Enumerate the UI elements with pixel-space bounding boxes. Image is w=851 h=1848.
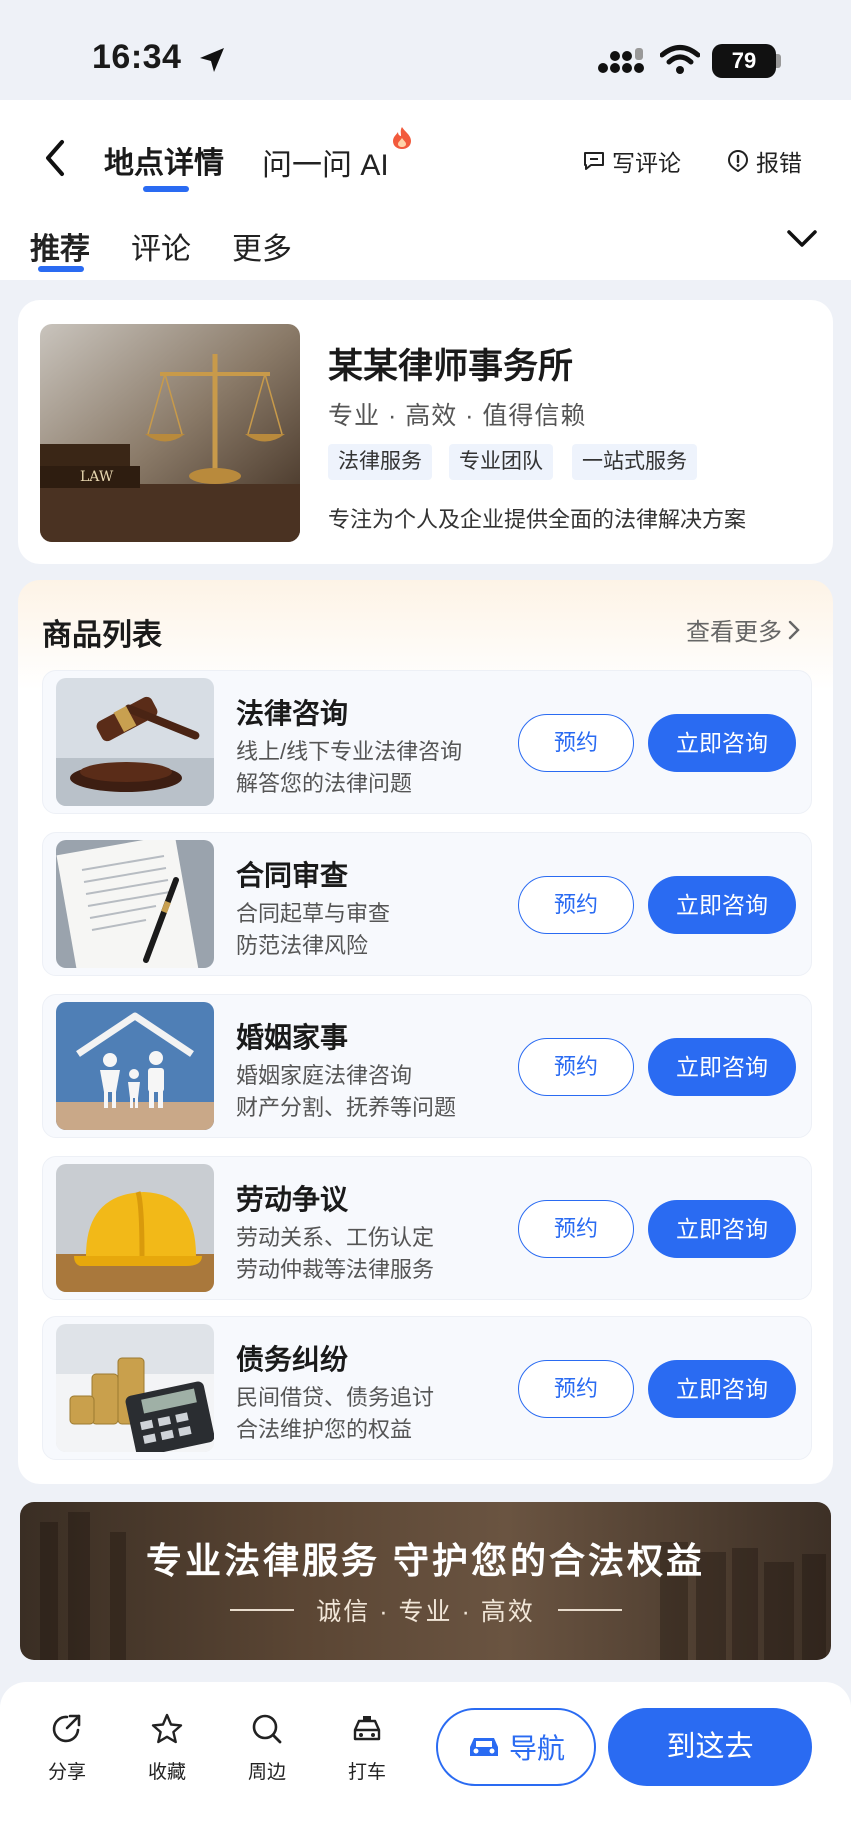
product-desc: 劳动关系、工伤认定: [236, 1225, 435, 1250]
product-image-gavel: [56, 678, 214, 806]
product-image-coins: [56, 1324, 214, 1452]
banner-subline: 诚信 · 专业 · 高效: [316, 1598, 535, 1626]
product-desc: 劳动仲裁等法律服务: [236, 1257, 435, 1282]
favorite-button[interactable]: 收藏: [132, 1712, 202, 1784]
product-desc: 合同起草与审查: [236, 901, 391, 926]
consult-now-button[interactable]: 立即咨询: [648, 876, 796, 934]
product-name: 债务纠纷: [236, 1344, 349, 1375]
product-image-helmet: [56, 1164, 214, 1292]
product-name: 法律咨询: [236, 698, 349, 729]
product-name: 婚姻家事: [236, 1022, 349, 1053]
business-name: 某某律师事务所: [328, 347, 574, 386]
signal-icon: [598, 48, 644, 73]
banner-divider: [558, 1609, 622, 1611]
business-image: LAW: [40, 324, 300, 542]
subtab-indicator: [38, 266, 84, 272]
comment-icon: [584, 152, 604, 170]
see-more-link[interactable]: 查看更多: [686, 612, 800, 647]
product-desc: 婚姻家庭法律咨询: [236, 1063, 413, 1088]
navigate-button[interactable]: 导航: [436, 1708, 596, 1786]
business-slogan: 专业 · 高效 · 值得信赖: [328, 402, 587, 430]
subtab-more[interactable]: 更多: [232, 224, 292, 268]
product-desc: 解答您的法律问题: [236, 771, 413, 796]
battery-indicator: 79: [712, 44, 776, 78]
product-name: 合同审查: [236, 860, 349, 891]
book-button[interactable]: 预约: [518, 1038, 634, 1096]
write-review-label: 写评论: [612, 150, 681, 176]
business-tag: 法律服务: [328, 444, 432, 480]
business-description: 专注为个人及企业提供全面的法律解决方案: [328, 507, 747, 532]
active-tab-indicator: [143, 186, 189, 192]
alert-icon: [727, 149, 749, 173]
battery-tip: [776, 54, 781, 68]
product-desc: 民间借贷、债务追讨: [236, 1385, 435, 1410]
location-arrow-icon: [200, 48, 224, 72]
taxi-button[interactable]: 打车: [332, 1712, 402, 1784]
search-icon: [252, 1714, 282, 1744]
book-button[interactable]: 预约: [518, 1200, 634, 1258]
book-button[interactable]: 预约: [518, 1360, 634, 1418]
product-image-family: [56, 1002, 214, 1130]
star-icon: [151, 1713, 183, 1744]
tab-place-details[interactable]: 地点详情: [104, 138, 224, 182]
status-time: 16:34: [92, 38, 182, 76]
consult-now-button[interactable]: 立即咨询: [648, 714, 796, 772]
product-desc: 防范法律风险: [236, 933, 369, 958]
chevron-right-icon: [788, 620, 800, 639]
subtab-reviews[interactable]: 评论: [131, 224, 191, 268]
share-icon: [52, 1714, 81, 1743]
chevron-down-icon[interactable]: [786, 228, 818, 250]
top-header: [0, 100, 851, 280]
go-here-button[interactable]: 到这去: [608, 1708, 812, 1786]
nearby-button[interactable]: 周边: [232, 1712, 302, 1784]
see-more-label: 查看更多: [686, 619, 782, 646]
business-tag: 专业团队: [449, 444, 553, 480]
consult-now-button[interactable]: 立即咨询: [648, 1200, 796, 1258]
book-button[interactable]: 预约: [518, 876, 634, 934]
subtab-recommend[interactable]: 推荐: [30, 224, 90, 268]
share-button[interactable]: 分享: [32, 1712, 102, 1784]
tab-ask-ai[interactable]: 问一问 AI: [262, 140, 389, 184]
book-button[interactable]: 预约: [518, 714, 634, 772]
share-label: 分享: [47, 1762, 86, 1783]
write-review-button[interactable]: 写评论: [582, 144, 681, 178]
nearby-label: 周边: [247, 1762, 286, 1783]
wifi-icon: [660, 45, 700, 74]
svg-text:LAW: LAW: [80, 469, 114, 485]
product-image-contract: [56, 840, 214, 968]
product-desc: 财产分割、抚养等问题: [236, 1095, 457, 1120]
business-tag: 一站式服务: [572, 444, 697, 480]
favorite-label: 收藏: [147, 1762, 186, 1783]
product-list-title: 商品列表: [42, 619, 162, 652]
consult-now-button[interactable]: 立即咨询: [648, 1038, 796, 1096]
fire-icon: [393, 127, 411, 149]
taxi-icon: [353, 1716, 381, 1741]
banner-headline: 专业法律服务 守护您的合法权益: [145, 1540, 705, 1581]
taxi-label: 打车: [347, 1762, 386, 1783]
product-desc: 线上/线下专业法律咨询: [236, 739, 463, 764]
report-error-label: 报错: [756, 150, 802, 176]
consult-now-button[interactable]: 立即咨询: [648, 1360, 796, 1418]
report-error-button[interactable]: 报错: [726, 144, 802, 178]
product-name: 劳动争议: [236, 1184, 349, 1215]
navigate-label: 导航: [508, 1733, 565, 1764]
back-button[interactable]: [40, 138, 74, 178]
product-desc: 合法维护您的权益: [236, 1417, 413, 1442]
car-icon: [469, 1738, 498, 1756]
